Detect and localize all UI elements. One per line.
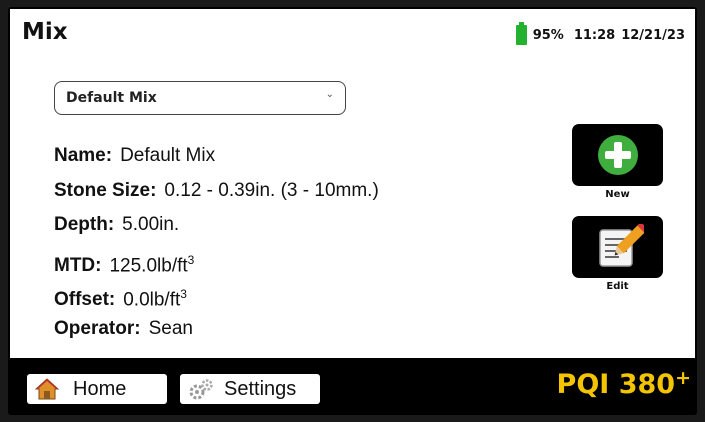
clock-date: 12/21/23 [621, 27, 685, 43]
plus-icon [597, 135, 638, 175]
mix-select-value: Default Mix [66, 90, 157, 106]
device-screen: Mix 95% 11:28 12/21/23 Default Mix ⌄ Nam… [8, 7, 697, 415]
unit-superscript: 3 [187, 252, 195, 267]
settings-label: Settings [224, 377, 297, 400]
field-depth: Depth: 5.00in. [54, 208, 379, 243]
clock-time: 11:28 [573, 27, 616, 43]
field-value: 125.0lb/ft [109, 254, 188, 276]
main-panel: Mix 95% 11:28 12/21/23 Default Mix ⌄ Nam… [10, 9, 695, 358]
field-label: Stone Size: [54, 179, 157, 201]
field-label: MTD: [54, 254, 102, 276]
battery-percent: 95% [532, 27, 564, 43]
field-value: 0.0lb/ft [123, 289, 181, 311]
field-label: Depth: [54, 214, 115, 235]
brand-name: PQI 380 [556, 369, 676, 400]
field-operator: Operator: Sean [54, 312, 379, 347]
gears-icon [189, 379, 213, 400]
edit-note-icon [598, 224, 644, 267]
edit-mix-button[interactable] [572, 216, 663, 278]
field-mtd: MTD: 125.0lb/ft3 [54, 243, 379, 278]
home-label: Home [73, 377, 127, 400]
unit-superscript: 3 [180, 287, 187, 301]
field-name: Name: Default Mix [54, 139, 379, 174]
field-offset: Offset: 0.0lb/ft3 [54, 277, 379, 312]
home-icon [35, 378, 59, 400]
chevron-down-icon: ⌄ [325, 89, 334, 100]
brand-logo: PQI 380+ [556, 367, 691, 400]
edit-button-label: Edit [606, 281, 629, 292]
page-title: Mix [22, 19, 68, 45]
new-mix-button[interactable] [572, 124, 663, 186]
field-value: 0.12 - 0.39in. (3 - 10mm.) [164, 179, 379, 201]
battery-icon [515, 22, 527, 45]
field-label: Offset: [54, 289, 116, 311]
field-stone-size: Stone Size: 0.12 - 0.39in. (3 - 10mm.) [54, 174, 379, 209]
brand-sup: + [675, 367, 691, 389]
home-button[interactable]: Home [27, 374, 167, 404]
mix-select-dropdown[interactable]: Default Mix ⌄ [54, 81, 346, 115]
field-value: Sean [148, 317, 193, 339]
field-value: 5.00in. [122, 214, 180, 235]
settings-button[interactable]: Settings [180, 374, 320, 404]
mix-details: Name: Default Mix Stone Size: 0.12 - 0.39i… [54, 139, 379, 346]
field-label: Name: [54, 145, 113, 166]
new-button-label: New [605, 189, 630, 200]
bottom-bar: Home Settings PQI 380+ [8, 358, 697, 415]
field-value: Default Mix [120, 145, 216, 166]
field-label: Operator: [54, 317, 141, 339]
status-bar: 95% 11:28 12/21/23 [515, 22, 685, 45]
